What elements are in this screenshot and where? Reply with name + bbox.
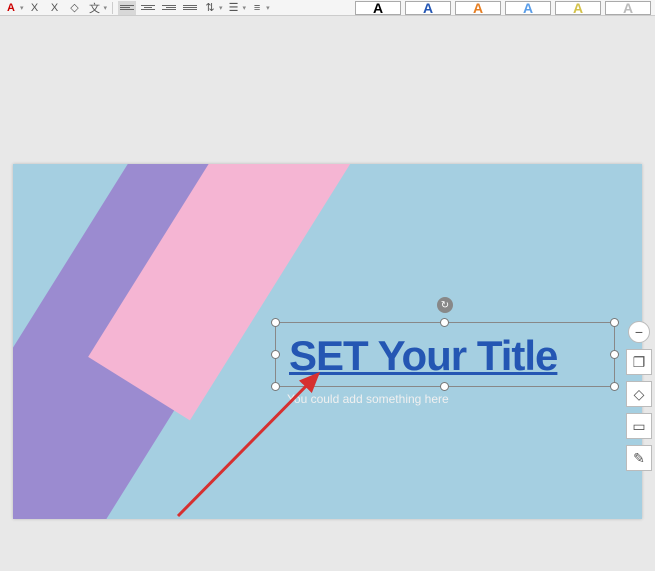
wordart-gallery: A A A A A A <box>355 0 653 16</box>
bullets-icon[interactable]: ☰ <box>225 1 243 15</box>
numbering-icon[interactable]: ≡ <box>248 1 266 15</box>
toolbar: A ▾ X X ◇ 文 ▾ ⇅ ▾ ☰ ▾ ≡ ▾ A A A A A A <box>0 0 655 16</box>
rotate-handle[interactable]: ↻ <box>437 297 453 313</box>
align-center-button[interactable] <box>139 1 157 15</box>
subtitle-text[interactable]: You could add something here <box>287 392 449 406</box>
wordart-style-grey[interactable]: A <box>605 1 651 15</box>
wordart-style-orange[interactable]: A <box>455 1 501 15</box>
layers-button[interactable]: ❐ <box>626 349 652 375</box>
case-icon[interactable]: 文 <box>86 1 104 15</box>
resize-handle-ml[interactable] <box>271 350 280 359</box>
subscript-icon[interactable]: X <box>46 1 64 15</box>
wordart-style-gold[interactable]: A <box>555 1 601 15</box>
resize-handle-br[interactable] <box>610 382 619 391</box>
align-left-button[interactable] <box>118 1 136 15</box>
side-controls: − ❐ ◇ ▭ ✎ <box>626 321 652 471</box>
line-spacing-icon[interactable]: ⇅ <box>201 1 219 15</box>
textbox-selection[interactable]: ↻ <box>275 322 615 387</box>
wordart-style-lightblue[interactable]: A <box>505 1 551 15</box>
font-color-icon[interactable]: A <box>2 1 20 15</box>
canvas-area[interactable]: SET Your Title You could add something h… <box>0 16 655 571</box>
align-group <box>118 1 199 15</box>
format-painter-button[interactable]: ✎ <box>626 445 652 471</box>
wordart-style-black[interactable]: A <box>355 1 401 15</box>
align-justify-button[interactable] <box>181 1 199 15</box>
dropdown-icon[interactable]: ▾ <box>20 4 24 12</box>
resize-handle-bl[interactable] <box>271 382 280 391</box>
resize-handle-tr[interactable] <box>610 318 619 327</box>
superscript-icon[interactable]: X <box>26 1 44 15</box>
dropdown-icon[interactable]: ▾ <box>104 4 108 12</box>
resize-handle-bm[interactable] <box>440 382 449 391</box>
dropdown-icon[interactable]: ▾ <box>219 4 223 12</box>
divider <box>112 2 113 14</box>
resize-handle-tl[interactable] <box>271 318 280 327</box>
wordart-style-blue[interactable]: A <box>405 1 451 15</box>
fill-button[interactable]: ◇ <box>626 381 652 407</box>
resize-handle-mr[interactable] <box>610 350 619 359</box>
dropdown-icon[interactable]: ▾ <box>243 4 247 12</box>
presentation-button[interactable]: ▭ <box>626 413 652 439</box>
resize-handle-tm[interactable] <box>440 318 449 327</box>
clear-format-icon[interactable]: ◇ <box>66 1 84 15</box>
align-right-button[interactable] <box>160 1 178 15</box>
collapse-panel-button[interactable]: − <box>628 321 650 343</box>
dropdown-icon[interactable]: ▾ <box>266 4 270 12</box>
